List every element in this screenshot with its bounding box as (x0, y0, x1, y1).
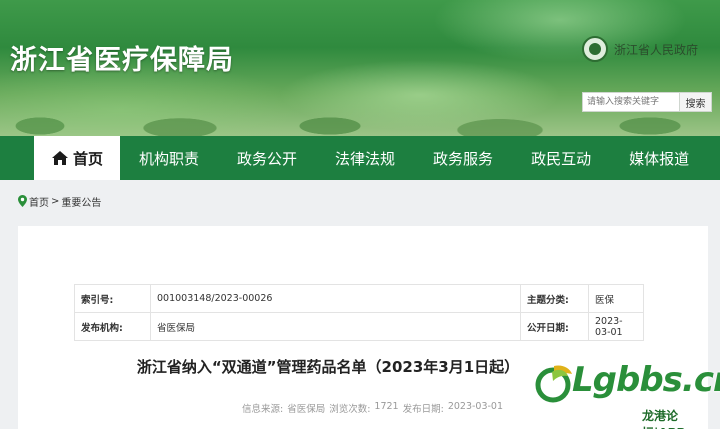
publish-date-value: 2023-03-01 (588, 312, 644, 341)
publish-date-label: 公开日期: (520, 312, 589, 341)
document-meta-table: 索引号: 001003148/2023-00026 主题分类: 医保 发布机构:… (74, 284, 644, 341)
home-icon (51, 151, 68, 165)
date-value: 2023-03-01 (447, 401, 504, 412)
gov-portal-label: 浙江省人民政府 (614, 42, 699, 57)
nav-item-label: 政务服务 (433, 149, 494, 168)
location-pin-icon (18, 195, 27, 207)
watermark-brand: Lgbbs.cn (572, 360, 720, 400)
index-number-label: 索引号: (74, 284, 151, 313)
site-title[interactable]: 浙江省医疗保障局 (10, 38, 234, 77)
search-button[interactable]: 搜索 (679, 92, 712, 112)
nav-item-label: 政务公开 (237, 149, 298, 168)
breadcrumb-current[interactable]: 重要公告 (61, 194, 101, 209)
index-number-value: 001003148/2023-00026 (150, 284, 521, 313)
nav-item-interaction[interactable]: 政民互动 (512, 136, 610, 180)
nav-item-gov-services[interactable]: 政务服务 (414, 136, 512, 180)
breadcrumb-home[interactable]: 首页 (29, 194, 49, 209)
topic-category-value: 医保 (588, 284, 644, 313)
views-value: 1721 (374, 401, 399, 412)
breadcrumb-separator: > (51, 195, 60, 207)
nav-item-label: 法律法规 (335, 149, 396, 168)
nav-item-media[interactable]: 媒体报道 (610, 136, 708, 180)
search-input[interactable] (582, 92, 679, 112)
watermark: Lgbbs.cn 龙港论坛|APP (530, 350, 720, 429)
source-label: 信息来源: (242, 404, 284, 415)
watermark-subtitle: 龙港论坛|APP (642, 409, 685, 429)
nav-item-home[interactable]: 首页 (34, 136, 120, 180)
breadcrumb: 首页 > 重要公告 (18, 193, 101, 209)
date-label: 发布日期: (402, 404, 444, 415)
source-value: 省医保局 (287, 404, 326, 415)
publisher-label: 发布机构: (74, 312, 151, 341)
topic-category-label: 主题分类: (520, 284, 589, 313)
national-emblem-icon (582, 36, 608, 62)
nav-item-org-duties[interactable]: 机构职责 (120, 136, 218, 180)
nav-item-gov-affairs-open[interactable]: 政务公开 (218, 136, 316, 180)
publisher-value: 省医保局 (150, 312, 521, 341)
main-nav: 首页 机构职责 政务公开 法律法规 政务服务 政民互动 媒体报道 (0, 136, 720, 180)
table-row: 索引号: 001003148/2023-00026 主题分类: 医保 (74, 284, 644, 313)
nav-item-label: 媒体报道 (629, 149, 690, 168)
nav-item-laws[interactable]: 法律法规 (316, 136, 414, 180)
gov-portal-link[interactable]: 浙江省人民政府 (582, 34, 698, 64)
nav-item-label: 机构职责 (139, 149, 200, 168)
nav-item-label: 首页 (72, 149, 103, 168)
search-box: 搜索 (582, 92, 712, 112)
nav-item-label: 政民互动 (531, 149, 592, 168)
views-label: 浏览次数: (329, 404, 371, 415)
leaf-logo-icon (535, 365, 572, 403)
table-row: 发布机构: 省医保局 公开日期: 2023-03-01 (74, 312, 644, 341)
header-banner: 浙江省医疗保障局 浙江省人民政府 搜索 (0, 0, 720, 136)
article-info: 信息来源: 省医保局 浏览次数: 1721 发布日期: 2023-03-01 (242, 401, 503, 415)
